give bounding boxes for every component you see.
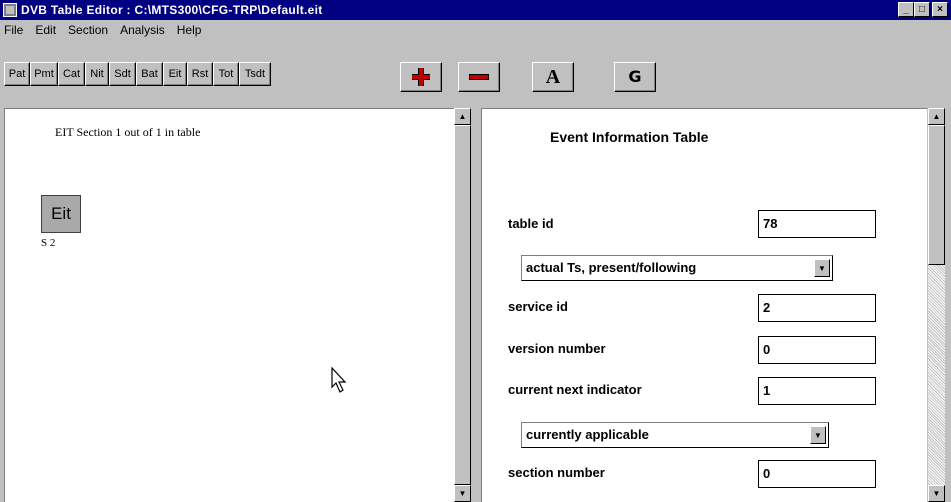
table-type-select[interactable]: actual Ts, present/following ▼	[521, 255, 833, 281]
version-number-label: version number	[508, 341, 606, 356]
table-type-value: actual Ts, present/following	[526, 260, 697, 275]
remove-section-button[interactable]	[458, 62, 500, 92]
menu-section[interactable]: Section	[68, 23, 108, 37]
a-button[interactable]: A	[532, 62, 574, 92]
window-title: DVB Table Editor : C:\MTS300\CFG-TRP\Def…	[21, 3, 323, 17]
current-next-field[interactable]: 1	[758, 377, 876, 405]
applicability-value: currently applicable	[526, 427, 649, 442]
scroll-up-arrow-icon[interactable]: ▲	[928, 108, 945, 125]
left-scrollbar[interactable]: ▲ ▼	[454, 108, 471, 502]
menu-bar: File Edit Section Analysis Help	[0, 20, 951, 40]
toolbar-eit-button[interactable]: Eit	[163, 62, 187, 86]
scroll-up-arrow-icon[interactable]: ▲	[454, 108, 471, 125]
service-id-field[interactable]: 2	[758, 294, 876, 322]
toolbar-bat-button[interactable]: Bat	[136, 62, 163, 86]
toolbar-tsdt-button[interactable]: Tsdt	[239, 62, 271, 86]
applicability-select[interactable]: currently applicable ▼	[521, 422, 829, 448]
title-bar: DVB Table Editor : C:\MTS300\CFG-TRP\Def…	[0, 0, 951, 20]
mouse-cursor-icon	[331, 367, 347, 393]
scroll-down-arrow-icon[interactable]: ▼	[454, 485, 471, 502]
toolbar-tot-button[interactable]: Tot	[213, 62, 239, 86]
window-controls: _ □ ×	[898, 2, 948, 17]
g-button[interactable]: G	[614, 62, 656, 92]
service-id-label: service id	[508, 299, 568, 314]
close-button[interactable]: ×	[932, 2, 948, 17]
table-details-pane: Event Information Table table id 78 actu…	[481, 108, 927, 502]
scroll-down-arrow-icon[interactable]: ▼	[928, 485, 945, 502]
menu-help[interactable]: Help	[177, 23, 202, 37]
scroll-thumb[interactable]	[454, 125, 471, 485]
panel-title: Event Information Table	[550, 129, 709, 145]
a-letter-icon: A	[545, 66, 561, 88]
table-id-label: table id	[508, 216, 554, 231]
chevron-down-icon[interactable]: ▼	[810, 426, 826, 444]
menu-file[interactable]: File	[4, 23, 23, 37]
right-scrollbar[interactable]: ▲ ▼	[928, 108, 945, 502]
toolbar-pmt-button[interactable]: Pmt	[30, 62, 58, 86]
menu-edit[interactable]: Edit	[35, 23, 56, 37]
toolbar-pat-button[interactable]: Pat	[4, 62, 30, 86]
toolbar-cat-button[interactable]: Cat	[58, 62, 85, 86]
maximize-button[interactable]: □	[914, 2, 930, 17]
current-next-label: current next indicator	[508, 382, 642, 397]
toolbar-rst-button[interactable]: Rst	[187, 62, 213, 86]
plus-icon	[412, 68, 430, 86]
app-icon[interactable]	[3, 3, 17, 17]
section-number-label: section number	[508, 465, 605, 480]
eit-node-section: S 2	[41, 237, 56, 249]
table-tree-pane[interactable]: EIT Section 1 out of 1 in table Eit S 2	[4, 108, 454, 502]
scroll-thumb[interactable]	[928, 125, 945, 265]
minimize-button[interactable]: _	[898, 2, 914, 17]
eit-node[interactable]: Eit	[41, 195, 81, 233]
section-number-field[interactable]: 0	[758, 460, 876, 488]
toolbar-sdt-button[interactable]: Sdt	[109, 62, 136, 86]
menu-analysis[interactable]: Analysis	[120, 23, 165, 37]
chevron-down-icon[interactable]: ▼	[814, 259, 830, 277]
add-section-button[interactable]	[400, 62, 442, 92]
g-letter-icon: G	[628, 67, 642, 86]
minus-icon	[469, 74, 489, 80]
table-id-field[interactable]: 78	[758, 210, 876, 238]
version-number-field[interactable]: 0	[758, 336, 876, 364]
toolbar-nit-button[interactable]: Nit	[85, 62, 109, 86]
section-info: EIT Section 1 out of 1 in table	[55, 125, 201, 139]
